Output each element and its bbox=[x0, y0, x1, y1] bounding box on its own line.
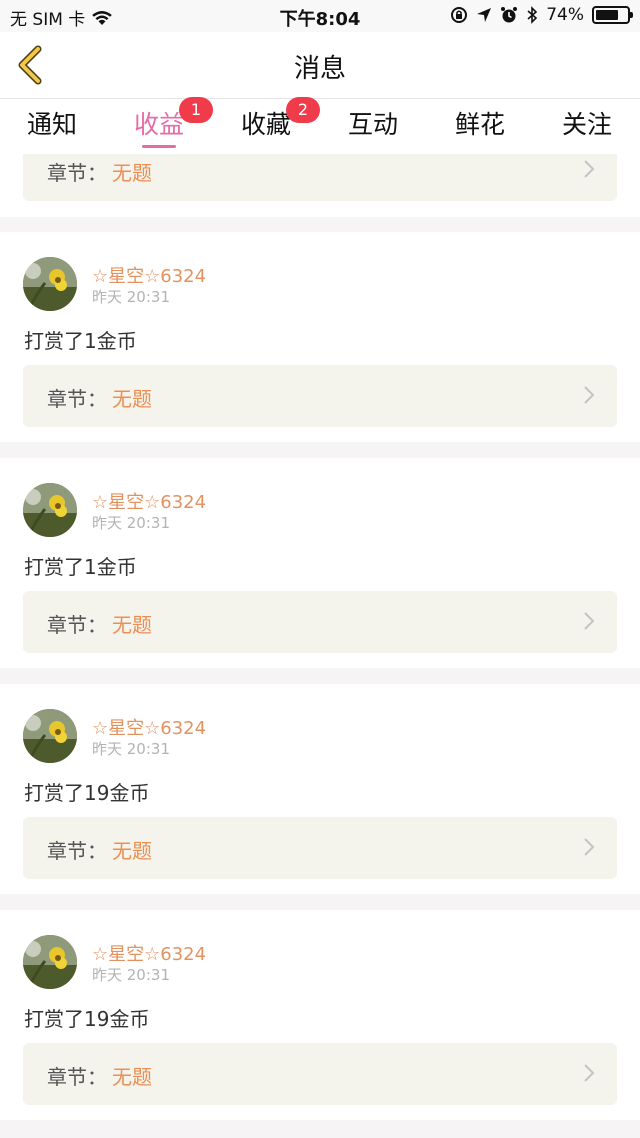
chapter-link[interactable]: 章节： 无题 bbox=[23, 817, 617, 879]
tab-badge: 1 bbox=[179, 97, 213, 123]
user-name[interactable]: ☆星空☆6324 bbox=[92, 488, 206, 514]
avatar[interactable] bbox=[23, 483, 77, 537]
message-card: ☆星空☆6324 昨天 20:31 打赏了1金币 章节： 无题 bbox=[0, 458, 640, 668]
message-card: 章节： 无题 bbox=[0, 154, 640, 217]
tab-badge: 2 bbox=[286, 97, 320, 123]
tab-label: 收益 bbox=[133, 110, 184, 139]
chapter-label: 章节： bbox=[47, 161, 107, 185]
chapter-title: 无题 bbox=[112, 387, 152, 411]
tab-underline bbox=[142, 145, 176, 148]
chapter-title: 无题 bbox=[112, 1065, 152, 1089]
chapter-link[interactable]: 章节： 无题 bbox=[23, 591, 617, 653]
battery-icon bbox=[592, 6, 633, 24]
tab-label: 收藏 bbox=[240, 110, 291, 139]
message-card: ☆星空☆6324 昨天 20:31 打赏了19金币 章节： 无题 bbox=[0, 910, 640, 1120]
chevron-right-icon bbox=[584, 1064, 595, 1082]
chapter-link[interactable]: 章节： 无题 bbox=[23, 154, 617, 201]
message-card: ☆星空☆6324 昨天 20:31 打赏了1金币 章节： 无题 bbox=[0, 232, 640, 442]
message-text: 打赏了19金币 bbox=[24, 1007, 150, 1031]
tab-earnings[interactable]: 收益 1 bbox=[109, 97, 213, 149]
message-text: 打赏了19金币 bbox=[24, 781, 150, 805]
user-name[interactable]: ☆星空☆6324 bbox=[92, 714, 206, 740]
nav-bar: 消息 bbox=[0, 32, 640, 98]
tab-label: 互动 bbox=[347, 110, 398, 139]
tab-notifications[interactable]: 通知 bbox=[2, 105, 102, 149]
tab-label: 关注 bbox=[561, 110, 612, 139]
tab-flowers[interactable]: 鲜花 bbox=[430, 105, 530, 149]
chapter-title: 无题 bbox=[112, 839, 152, 863]
avatar[interactable] bbox=[23, 709, 77, 763]
message-text: 打赏了1金币 bbox=[24, 329, 137, 353]
tab-label: 鲜花 bbox=[454, 110, 505, 139]
chapter-label: 章节： bbox=[47, 387, 107, 411]
chevron-right-icon bbox=[584, 612, 595, 630]
chapter-title: 无题 bbox=[112, 161, 152, 185]
alarm-icon bbox=[500, 6, 518, 24]
timestamp: 昨天 20:31 bbox=[92, 514, 170, 532]
message-card: ☆星空☆6324 昨天 20:31 打赏了19金币 章节： 无题 bbox=[0, 684, 640, 894]
location-icon bbox=[476, 7, 492, 23]
user-name[interactable]: ☆星空☆6324 bbox=[92, 940, 206, 966]
user-name[interactable]: ☆星空☆6324 bbox=[92, 262, 206, 288]
avatar[interactable] bbox=[23, 257, 77, 311]
chapter-title: 无题 bbox=[112, 613, 152, 637]
message-text: 打赏了1金币 bbox=[24, 555, 137, 579]
timestamp: 昨天 20:31 bbox=[92, 288, 170, 306]
bluetooth-icon bbox=[526, 6, 538, 24]
tab-interactions[interactable]: 互动 bbox=[323, 105, 423, 149]
timestamp: 昨天 20:31 bbox=[92, 966, 170, 984]
tab-favorites[interactable]: 收藏 2 bbox=[216, 97, 320, 149]
flower-photo bbox=[23, 257, 77, 311]
tab-follows[interactable]: 关注 bbox=[537, 105, 637, 149]
chapter-label: 章节： bbox=[47, 839, 107, 863]
orientation-lock-icon bbox=[450, 6, 468, 24]
status-bar: 无 SIM 卡 下午8:04 74% bbox=[0, 0, 640, 32]
chevron-right-icon bbox=[584, 386, 595, 404]
page-title: 消息 bbox=[293, 54, 346, 84]
chapter-label: 章节： bbox=[47, 613, 107, 637]
chevron-right-icon bbox=[584, 160, 595, 178]
timestamp: 昨天 20:31 bbox=[92, 740, 170, 758]
tab-bar: 通知 收益 1 收藏 2 互动 鲜花 关注 bbox=[0, 97, 640, 154]
status-right: 74% bbox=[450, 5, 633, 25]
flower-photo bbox=[23, 483, 77, 537]
chapter-label: 章节： bbox=[47, 1065, 107, 1089]
message-list[interactable]: 章节： 无题 ☆星空☆6324 昨天 20:31 打赏了1金币 章节： 无题 ☆… bbox=[0, 154, 640, 1138]
avatar[interactable] bbox=[23, 935, 77, 989]
chapter-link[interactable]: 章节： 无题 bbox=[23, 1043, 617, 1105]
flower-photo bbox=[23, 935, 77, 989]
battery-percent: 74% bbox=[546, 5, 584, 25]
chevron-right-icon bbox=[584, 838, 595, 856]
tab-label: 通知 bbox=[26, 110, 77, 139]
chapter-link[interactable]: 章节： 无题 bbox=[23, 365, 617, 427]
flower-photo bbox=[23, 709, 77, 763]
